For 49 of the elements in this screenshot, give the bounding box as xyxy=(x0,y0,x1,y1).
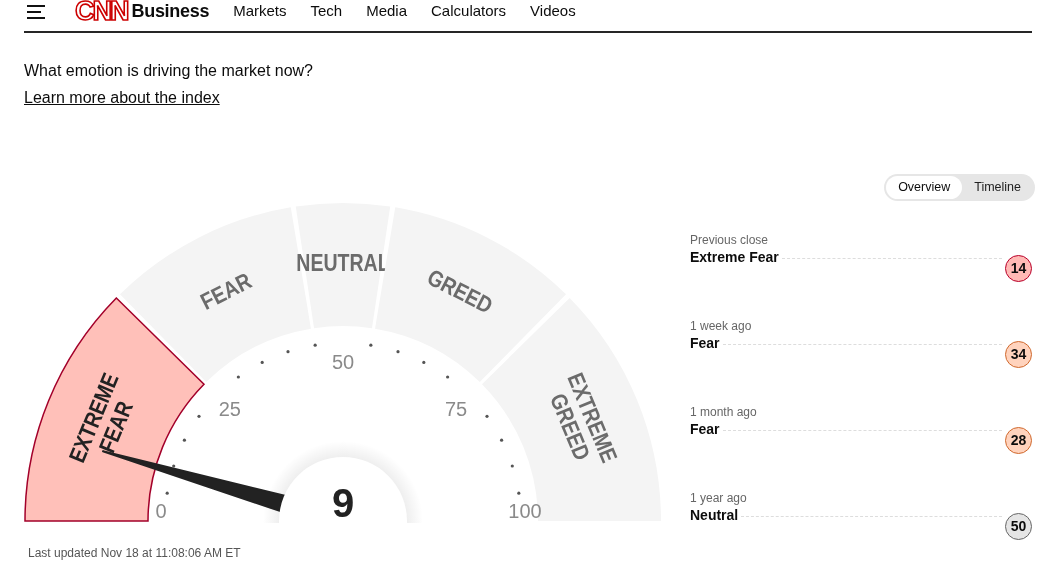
rating-label: Neutral xyxy=(690,505,739,525)
tick-dot xyxy=(313,343,317,347)
tick-dot xyxy=(286,349,290,354)
period-label: 1 month ago xyxy=(690,403,758,421)
tick-dot xyxy=(500,438,504,442)
period-label: 1 year ago xyxy=(690,489,748,507)
scale-label: 50 xyxy=(331,350,355,373)
nav-link[interactable]: Media xyxy=(366,0,408,23)
tick-dot xyxy=(165,491,169,495)
intro-question: What emotion is driving the market now? xyxy=(24,61,314,81)
rating-label: Fear xyxy=(690,419,720,439)
tick-dot xyxy=(236,375,240,379)
tick-dot xyxy=(396,349,400,354)
tick-dot xyxy=(422,360,426,364)
score-badge: 50 xyxy=(1005,512,1032,540)
period-label: Previous close xyxy=(690,231,770,249)
tick-dot xyxy=(485,414,489,418)
last-updated: Last updated Nov 18 at 11:08:06 AM ET xyxy=(28,544,242,562)
scale-label: 100 xyxy=(508,499,542,522)
score-badge: 34 xyxy=(1005,340,1032,368)
logo[interactable]: CNN xyxy=(75,0,128,25)
tick-dot xyxy=(446,375,450,379)
segment-label: FEAR xyxy=(196,267,256,315)
score-badge: 14 xyxy=(1005,254,1032,282)
tick-dot xyxy=(260,360,264,364)
menu-icon[interactable] xyxy=(27,4,45,19)
score-badge: 28 xyxy=(1005,426,1032,454)
tick-dot xyxy=(182,438,186,442)
view-tab[interactable]: Timeline xyxy=(962,176,1033,199)
tick-dot xyxy=(517,491,521,495)
index-value: 9 xyxy=(331,480,355,523)
tick-dot xyxy=(369,343,373,347)
rating-label: Extreme Fear xyxy=(690,247,779,267)
section-title[interactable]: Business xyxy=(131,0,210,25)
learn-more-link[interactable]: Learn more about the index xyxy=(24,86,220,110)
period-label: 1 week ago xyxy=(690,317,753,335)
rating-label: Fear xyxy=(690,333,720,353)
nav-link[interactable]: Calculators xyxy=(431,0,507,23)
tick-dot xyxy=(172,464,176,468)
scale-label: 75 xyxy=(445,397,468,420)
view-tab[interactable]: Overview xyxy=(886,176,963,199)
segment-label: NEUTRAL xyxy=(296,250,390,277)
tick-dot xyxy=(510,464,514,468)
scale-label: 0 xyxy=(155,499,167,522)
nav-link[interactable]: Videos xyxy=(530,0,576,23)
nav-link[interactable]: Markets xyxy=(233,0,287,23)
nav-link[interactable]: Tech xyxy=(310,0,343,23)
tick-dot xyxy=(197,414,201,418)
scale-label: 25 xyxy=(218,397,241,420)
